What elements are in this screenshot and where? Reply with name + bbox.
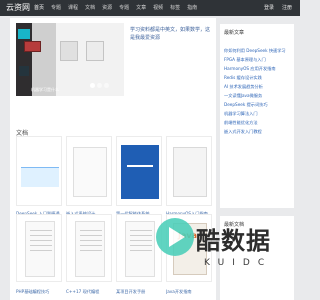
nav-item-1[interactable]: 首页 — [34, 0, 44, 16]
article-link[interactable]: HarmonyOS 应用开发指南 — [224, 66, 290, 72]
hero-section: 机器学习是什么 学习资料都是中英文，如果数学，这是我最爱资源 — [10, 18, 216, 100]
doc-thumb — [16, 136, 62, 206]
nav-item-10[interactable]: 指南 — [187, 0, 197, 16]
nav-item-4[interactable]: 文档 — [85, 0, 95, 16]
doc-thumb — [16, 214, 62, 282]
nav-item-8[interactable]: 视频 — [153, 0, 163, 16]
article-links: 你如何利用 DeepSeek 快速学习 FPGA 基本原理与入门 Harmony… — [224, 48, 290, 138]
nav-item-2[interactable]: 专题 — [51, 0, 61, 16]
slider-dot[interactable] — [90, 83, 95, 88]
login-link[interactable]: 登录 — [264, 0, 274, 16]
doc-thumb — [116, 136, 162, 206]
slider-dot[interactable] — [97, 83, 102, 88]
slider-caption: 机器学习是什么 — [31, 87, 59, 92]
nav-item-3[interactable]: 课程 — [68, 0, 78, 16]
box-title: 最新文章 — [224, 30, 245, 36]
register-link[interactable]: 注册 — [282, 0, 292, 16]
nav-item-5[interactable]: 资源 — [102, 0, 112, 16]
doc-thumb — [66, 214, 112, 282]
book-icon — [86, 41, 104, 61]
red-book-icon — [24, 41, 41, 52]
article-link[interactable]: 嵌入式开发入门教程 — [224, 129, 290, 135]
article-link[interactable]: FPGA 基本原理与入门 — [224, 57, 290, 63]
logo-thumb — [18, 29, 30, 39]
article-link[interactable]: DeepSeek 提示词技巧 — [224, 102, 290, 108]
slider-pane — [32, 23, 56, 96]
hero-slider[interactable]: 机器学习是什么 — [16, 23, 124, 96]
article-link[interactable]: AI 技术发展趋势分析 — [224, 84, 290, 90]
top-navigation: 云资网 首页 专题 课程 文档 资源 专题 文章 视频 标签 指南 登录 注册 — [0, 0, 300, 16]
doc-thumb — [166, 136, 212, 206]
logo-thumb — [19, 66, 29, 76]
main-nav: 首页 专题 课程 文档 资源 专题 文章 视频 标签 指南 — [34, 0, 197, 16]
article-link[interactable]: 前端性能优化方法 — [224, 120, 290, 126]
latest-articles-box: 最新文章 你如何利用 DeepSeek 快速学习 FPGA 基本原理与入门 Ha… — [220, 24, 294, 208]
slider-dot[interactable] — [104, 83, 109, 88]
nav-item-7[interactable]: 文章 — [136, 0, 146, 16]
article-link[interactable]: 你如何利用 DeepSeek 快速学习 — [224, 48, 290, 54]
article-link[interactable]: Redis 缓存设计实践 — [224, 75, 290, 81]
auth-links: 登录 注册 — [264, 0, 292, 16]
doc-thumb — [66, 136, 112, 206]
site-brand[interactable]: 云资网 — [6, 2, 30, 14]
site-watermark: 酷数据 KUIDC — [156, 214, 296, 300]
article-link[interactable]: 一文读懂Java微服务 — [224, 93, 290, 99]
watermark-subtitle: KUIDC — [204, 258, 273, 268]
article-link[interactable]: 机器学习算法入门 — [224, 111, 290, 117]
play-icon — [156, 218, 194, 256]
hero-intro-text: 学习资料都是中英文，如果数学，这是我最爱资源 — [130, 27, 211, 41]
book-icon — [60, 41, 78, 61]
doc-label[interactable]: C++17 现代编程 — [66, 289, 112, 295]
doc-label[interactable]: PHP基础编程技巧 — [16, 289, 62, 295]
nav-item-9[interactable]: 标签 — [170, 0, 180, 16]
nav-item-6[interactable]: 专题 — [119, 0, 129, 16]
watermark-title: 酷数据 — [196, 227, 271, 255]
